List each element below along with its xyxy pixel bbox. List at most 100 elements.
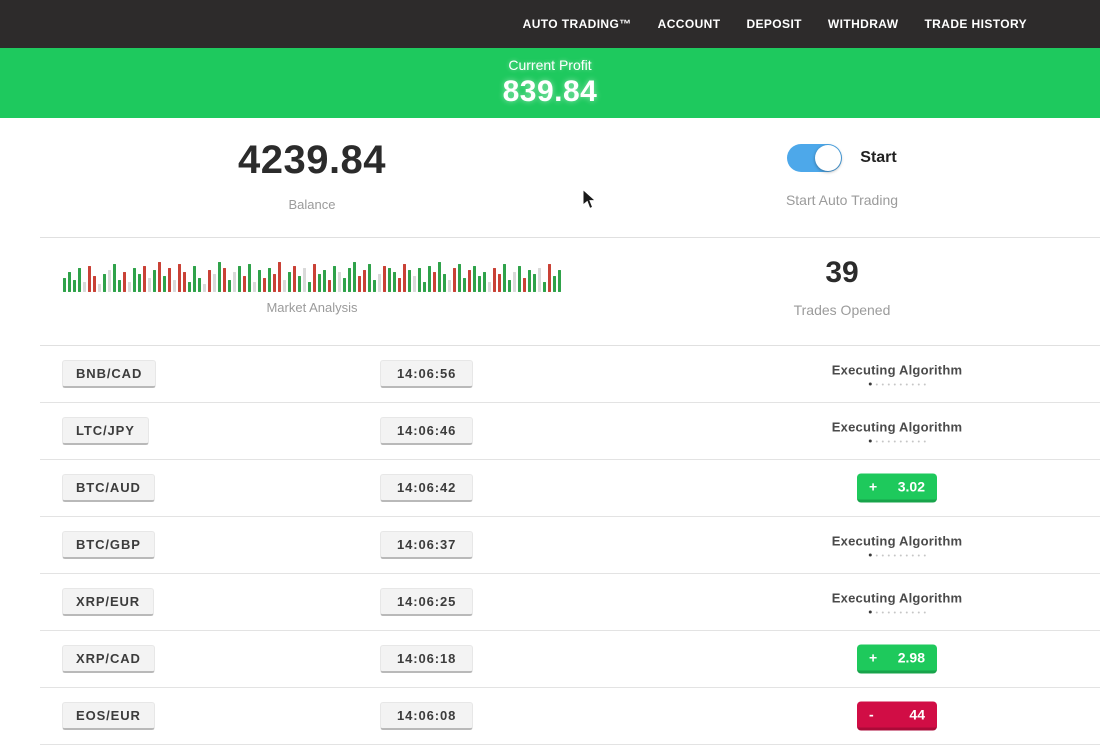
pair-badge: BNB/CAD — [62, 360, 156, 388]
chart-bar — [513, 272, 516, 292]
chart-bar — [553, 276, 556, 292]
loading-dot — [882, 611, 884, 613]
nav-item-withdraw[interactable]: WITHDRAW — [828, 17, 899, 31]
loading-dot — [894, 554, 896, 556]
loading-dot — [906, 554, 908, 556]
chart-bar — [183, 272, 186, 292]
time-badge: 14:06:56 — [380, 360, 473, 388]
loading-dot — [912, 383, 914, 385]
trade-status: + 2.98 — [857, 645, 937, 674]
result-sign: + — [869, 479, 877, 495]
chart-bar — [98, 284, 101, 292]
executing-algorithm-label: Executing Algorithm — [832, 591, 962, 606]
executing-status: Executing Algorithm — [832, 363, 962, 386]
chart-bar — [463, 278, 466, 292]
chart-bar — [108, 270, 111, 292]
chart-bar — [373, 280, 376, 292]
chart-bar — [523, 278, 526, 292]
auto-trading-toggle[interactable] — [787, 144, 842, 172]
time-badge: 14:06:42 — [380, 474, 473, 502]
chart-bar — [473, 266, 476, 292]
time-label: 14:06:37 — [397, 537, 456, 552]
chart-bar — [363, 270, 366, 292]
chart-bar — [68, 272, 71, 292]
chart-bar — [508, 280, 511, 292]
chart-bar — [138, 274, 141, 292]
pair-badge: BTC/GBP — [62, 531, 155, 559]
loading-dot — [876, 611, 878, 613]
trades-opened-label: Trades Opened — [584, 302, 1100, 318]
chart-bar — [283, 280, 286, 292]
chart-bar — [233, 272, 236, 292]
loading-dot — [869, 554, 872, 557]
chart-bar — [63, 278, 66, 292]
time-badge: 14:06:46 — [380, 417, 473, 445]
chart-bar — [263, 278, 266, 292]
loading-dot — [912, 554, 914, 556]
current-profit-label: Current Profit — [0, 57, 1100, 73]
loading-dot — [894, 383, 896, 385]
loading-dot — [894, 611, 896, 613]
chart-bar — [248, 264, 251, 292]
executing-algorithm-label: Executing Algorithm — [832, 363, 962, 378]
loading-dots — [832, 440, 962, 443]
chart-bar — [258, 270, 261, 292]
chart-bar — [293, 266, 296, 292]
chart-bar — [443, 274, 446, 292]
loading-dot — [918, 440, 920, 442]
result-badge: + 2.98 — [857, 645, 937, 674]
chart-bar — [308, 282, 311, 292]
trade-row: XRP/CAD 14:06:18 + 2.98 — [40, 631, 1100, 688]
nav-item-auto-trading[interactable]: AUTO TRADING™ — [523, 17, 632, 31]
chart-bar — [418, 268, 421, 292]
chart-bar — [378, 274, 381, 292]
loading-dot — [918, 554, 920, 556]
executing-status: Executing Algorithm — [832, 534, 962, 557]
chart-bar — [228, 280, 231, 292]
toggle-knob — [815, 145, 841, 171]
loading-dot — [924, 554, 926, 556]
nav-item-trade-history[interactable]: TRADE HISTORY — [924, 17, 1027, 31]
chart-bar — [533, 274, 536, 292]
balance-block: 4239.84 Balance — [40, 118, 584, 237]
chart-bar — [243, 276, 246, 292]
trade-row: EOS/EUR 14:06:08 - 44 — [40, 688, 1100, 745]
chart-bar — [328, 280, 331, 292]
result-amount: 3.02 — [898, 479, 925, 495]
chart-bar — [358, 276, 361, 292]
loading-dot — [900, 554, 902, 556]
loading-dot — [876, 440, 878, 442]
chart-bar — [538, 268, 541, 292]
time-badge: 14:06:25 — [380, 588, 473, 616]
top-nav: AUTO TRADING™ ACCOUNT DEPOSIT WITHDRAW T… — [0, 0, 1100, 48]
chart-bar — [448, 280, 451, 292]
main-content: 4239.84 Balance Start Start Auto Trading… — [40, 118, 1100, 745]
loading-dot — [894, 440, 896, 442]
pair-label: EOS/EUR — [76, 708, 141, 723]
pair-label: BTC/GBP — [76, 537, 141, 552]
current-profit-value: 839.84 — [0, 75, 1100, 109]
chart-bar — [223, 268, 226, 292]
chart-bar — [118, 280, 121, 292]
result-amount: 44 — [909, 707, 925, 723]
trade-row: BNB/CAD 14:06:56 Executing Algorithm — [40, 346, 1100, 403]
loading-dot — [869, 440, 872, 443]
chart-bar — [478, 276, 481, 292]
chart-bar — [558, 270, 561, 292]
trade-status: Executing Algorithm — [832, 534, 962, 557]
time-label: 14:06:42 — [397, 480, 456, 495]
chart-bar — [518, 266, 521, 292]
chart-bar — [298, 276, 301, 292]
chart-bar — [193, 266, 196, 292]
chart-bar — [78, 268, 81, 292]
chart-bar — [198, 278, 201, 292]
chart-bar — [438, 262, 441, 292]
nav-item-deposit[interactable]: DEPOSIT — [746, 17, 801, 31]
loading-dot — [912, 611, 914, 613]
nav-item-account[interactable]: ACCOUNT — [658, 17, 721, 31]
toggle-state-label: Start — [860, 149, 896, 167]
loading-dot — [888, 554, 890, 556]
result-sign: + — [869, 650, 877, 666]
chart-bar — [188, 282, 191, 292]
pair-label: XRP/EUR — [76, 594, 140, 609]
